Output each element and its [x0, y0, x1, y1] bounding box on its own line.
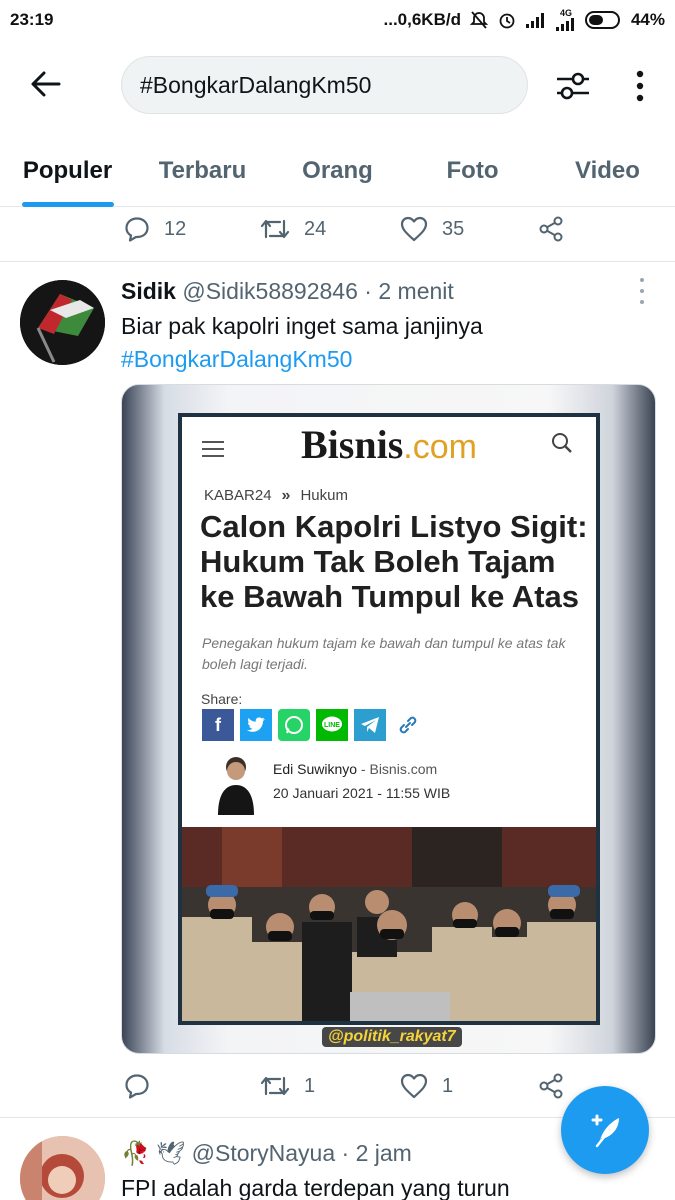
line-icon: LINE [316, 709, 348, 741]
like-count: 1 [442, 1074, 454, 1097]
telegram-icon [354, 709, 386, 741]
share-icons: f LINE [202, 709, 424, 741]
retweet-button[interactable]: 24 [260, 204, 326, 254]
compose-tweet-button[interactable] [561, 1086, 649, 1174]
heart-icon [400, 1073, 428, 1099]
share-icon [539, 1073, 563, 1099]
profile-photo [20, 1136, 105, 1200]
battery-level: 44% [630, 10, 665, 29]
dot-separator: · [364, 278, 379, 304]
share-icon [539, 216, 563, 242]
tab-foto[interactable]: Foto [405, 135, 540, 207]
site-logo: Bisnis.com [301, 422, 477, 467]
back-button[interactable] [26, 64, 66, 104]
article-date: 20 Januari 2021 - 11:55 WIB [273, 785, 451, 801]
status-time: 23:19 [10, 10, 54, 29]
reply-button[interactable] [124, 1061, 164, 1111]
author-handle[interactable]: @Sidik58892846 [182, 278, 358, 304]
dot-separator: · [341, 1140, 356, 1166]
share-button[interactable] [538, 204, 564, 254]
alarm-icon [497, 10, 517, 30]
image-watermark: @politik_rakyat7 [322, 1027, 462, 1047]
author-name[interactable]: Sidik [121, 278, 176, 304]
mute-icon [469, 10, 489, 30]
search-icon [552, 433, 572, 453]
reply-count: 12 [164, 217, 187, 240]
share-label: Share: [201, 691, 243, 707]
vertical-dots-icon [636, 70, 644, 102]
avatar[interactable] [20, 280, 105, 365]
like-button[interactable]: 1 [400, 1061, 453, 1111]
tweet-text: Biar pak kapolri inget sama janjinya #Bo… [121, 310, 483, 376]
reply-icon [125, 217, 149, 242]
tweet-actions-previous: 12 24 35 [0, 204, 675, 254]
compose-feather-icon [591, 1114, 619, 1148]
search-input[interactable]: #BongkarDalangKm50 [121, 56, 528, 114]
dove-emoji-icon: 🕊 [156, 1140, 186, 1166]
sliders-icon [557, 72, 589, 100]
tab-orang[interactable]: Orang [270, 135, 405, 207]
tweet-text: FPI adalah garda terdepan yang turun [121, 1175, 510, 1200]
press-conference-photo [182, 827, 596, 1021]
tweet-menu-button[interactable] [630, 278, 654, 304]
article-breadcrumb: KABAR24» Hukum [204, 487, 348, 504]
news-article-screenshot: Bisnis.com KABAR24» Hukum Calon Kapolri L… [178, 413, 600, 1025]
author-handle[interactable]: @StoryNayua [192, 1140, 336, 1166]
article-headline: Calon Kapolri Listyo Sigit: Hukum Tak Bo… [200, 509, 588, 614]
tweet-time: 2 jam [355, 1140, 412, 1166]
hashtag-link[interactable]: #BongkarDalangKm50 [121, 343, 483, 376]
search-header: #BongkarDalangKm50 [0, 40, 675, 135]
network-4g-icon: 4G [555, 8, 577, 32]
tweet-time: 2 menit [378, 278, 454, 304]
tab-terbaru[interactable]: Terbaru [135, 135, 270, 207]
signal-icon [525, 11, 547, 29]
svg-text:LINE: LINE [324, 722, 340, 729]
tab-populer[interactable]: Populer [0, 135, 135, 207]
retweet-icon [260, 1076, 290, 1096]
avatar[interactable] [20, 1136, 105, 1200]
article-author: Edi Suwiknyo - Bisnis.com [273, 761, 438, 777]
retweet-count: 24 [304, 217, 327, 240]
tweet-header: Sidik @Sidik58892846 · 2 menit [121, 278, 454, 305]
more-options-button[interactable] [620, 64, 660, 108]
author-photo [218, 757, 254, 815]
retweet-icon [260, 219, 290, 239]
search-tabs: Populer Terbaru Orang Foto Video [0, 135, 675, 207]
tab-video[interactable]: Video [540, 135, 675, 207]
heart-icon [400, 216, 428, 242]
battery-icon [584, 10, 623, 30]
retweet-count: 1 [304, 1074, 316, 1097]
link-icon [392, 709, 424, 741]
whatsapp-icon [278, 709, 310, 741]
like-count: 35 [442, 217, 465, 240]
rose-emoji-icon: 🥀 [121, 1140, 150, 1166]
reply-button[interactable]: 12 [124, 204, 186, 254]
share-button[interactable] [538, 1061, 564, 1111]
tweet-header: 🥀 🕊 @StoryNayua · 2 jam [121, 1140, 412, 1167]
retweet-button[interactable]: 1 [260, 1061, 315, 1111]
article-lede: Penegakan hukum tajam ke bawah dan tumpu… [202, 635, 566, 672]
search-query: #BongkarDalangKm50 [140, 71, 372, 98]
reply-icon [125, 1074, 149, 1099]
search-filter-button[interactable] [551, 64, 595, 108]
network-speed: ...0,6KB/d [383, 10, 461, 29]
status-bar: 23:19 ...0,6KB/d 4G 44% [0, 0, 675, 40]
twitter-icon [240, 709, 272, 741]
tweet-media-image[interactable]: Bisnis.com KABAR24» Hukum Calon Kapolri L… [121, 384, 656, 1054]
tweet-divider [0, 261, 675, 262]
facebook-icon: f [202, 709, 234, 741]
arrow-left-icon [31, 71, 61, 97]
flag-avatar-image [20, 280, 105, 365]
like-button[interactable]: 35 [400, 204, 464, 254]
